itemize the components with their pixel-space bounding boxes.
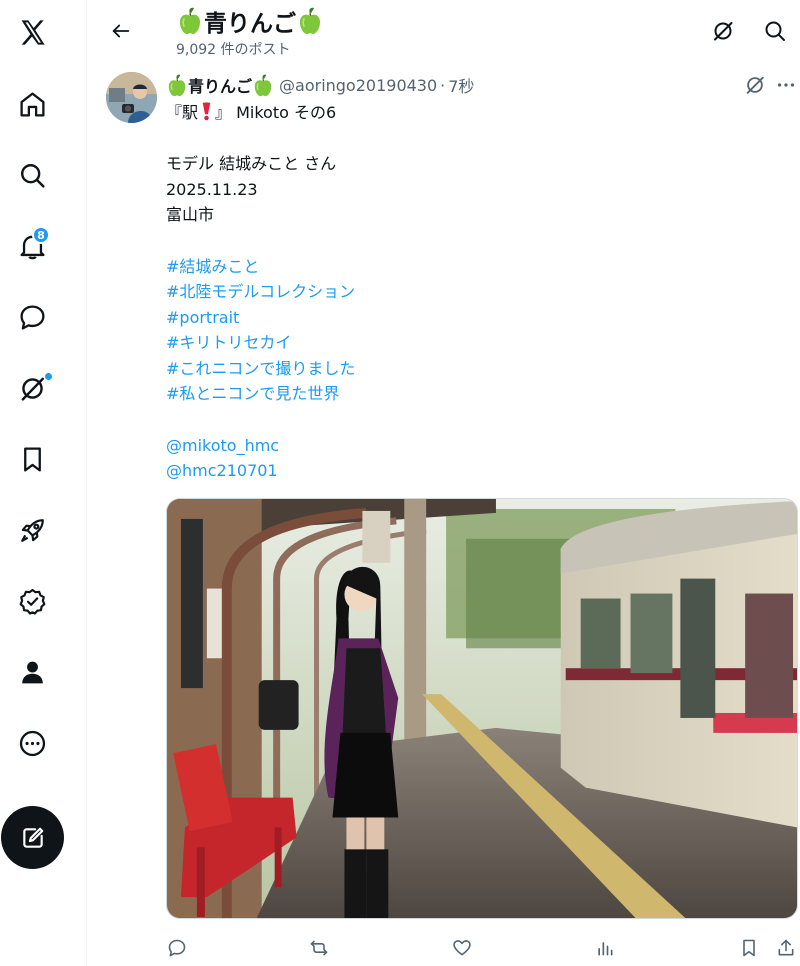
hashtag-link[interactable]: #私とニコンで見た世界 bbox=[166, 384, 339, 404]
post-timestamp[interactable]: 7秒 bbox=[448, 73, 474, 97]
green-apple-icon bbox=[298, 7, 322, 35]
bookmark-icon[interactable] bbox=[735, 935, 763, 961]
reply-icon[interactable] bbox=[163, 935, 191, 961]
share-icon[interactable] bbox=[772, 935, 800, 961]
side-navigation: 8 bbox=[0, 0, 87, 966]
model-line: モデル 結城みこと さん bbox=[166, 154, 337, 173]
compose-post-button[interactable] bbox=[1, 806, 64, 869]
author-name[interactable]: 青りんご bbox=[167, 73, 273, 97]
hashtag-link[interactable]: #これニコンで撮りました bbox=[166, 359, 355, 379]
repost-icon[interactable] bbox=[305, 935, 333, 961]
mention-link[interactable]: @mikoto_hmc bbox=[166, 436, 279, 456]
like-heart-icon[interactable] bbox=[448, 935, 476, 961]
messages-icon[interactable] bbox=[0, 289, 64, 345]
notifications-badge: 8 bbox=[32, 226, 50, 244]
profile-header: 青りんご 9,092 件のポスト bbox=[88, 0, 800, 66]
post-author-line: 青りんご @aoringo20190430 · 7秒 bbox=[167, 73, 474, 97]
title-part-a: 『駅 bbox=[166, 103, 199, 122]
x-logo-icon[interactable] bbox=[0, 4, 64, 60]
search-icon[interactable] bbox=[0, 147, 64, 203]
hashtag-link[interactable]: #北陸モデルコレクション bbox=[166, 282, 355, 302]
author-handle[interactable]: @aoringo20190430 bbox=[279, 76, 437, 95]
author-name-text: 青りんご bbox=[188, 77, 253, 96]
premium-rocket-icon[interactable] bbox=[0, 502, 64, 558]
page-title: 青りんご bbox=[178, 4, 322, 38]
hashtag-link[interactable]: #キリトリセカイ bbox=[166, 333, 291, 353]
more-icon[interactable] bbox=[771, 72, 800, 98]
separator-dot: · bbox=[440, 75, 446, 95]
search-icon[interactable] bbox=[758, 14, 792, 48]
red-exclamation-icon bbox=[202, 102, 211, 121]
grok-explain-icon[interactable] bbox=[740, 72, 770, 98]
green-apple-icon bbox=[253, 74, 273, 97]
more-options-icon[interactable] bbox=[0, 715, 64, 771]
back-arrow-icon[interactable] bbox=[104, 14, 138, 48]
green-apple-icon bbox=[178, 7, 202, 35]
post-text-line: 『駅』 Mikoto その6 bbox=[166, 102, 336, 123]
title-part-b: 』 Mikoto その6 bbox=[215, 103, 337, 122]
post-count: 9,092 件のポスト bbox=[176, 42, 291, 58]
bookmarks-icon[interactable] bbox=[0, 431, 64, 487]
post-photo[interactable] bbox=[166, 498, 798, 919]
verified-badge-icon[interactable] bbox=[0, 573, 64, 629]
grok-indicator-dot bbox=[44, 372, 53, 381]
home-icon[interactable] bbox=[0, 76, 64, 132]
mention-link[interactable]: @hmc210701 bbox=[166, 461, 278, 481]
grok-icon[interactable] bbox=[706, 14, 740, 48]
profile-icon[interactable] bbox=[0, 644, 64, 700]
place-line: 富山市 bbox=[166, 205, 215, 224]
views-chart-icon[interactable] bbox=[591, 935, 619, 961]
date-line: 2025.11.23 bbox=[166, 180, 258, 199]
hashtag-link[interactable]: #portrait bbox=[166, 308, 239, 328]
grok-icon[interactable] bbox=[0, 360, 64, 416]
green-apple-icon bbox=[167, 74, 187, 97]
page-title-text: 青りんご bbox=[204, 11, 296, 37]
hashtag-link[interactable]: #結城みこと bbox=[166, 257, 259, 277]
avatar[interactable] bbox=[106, 72, 157, 123]
notifications-bell-icon[interactable]: 8 bbox=[0, 218, 64, 274]
